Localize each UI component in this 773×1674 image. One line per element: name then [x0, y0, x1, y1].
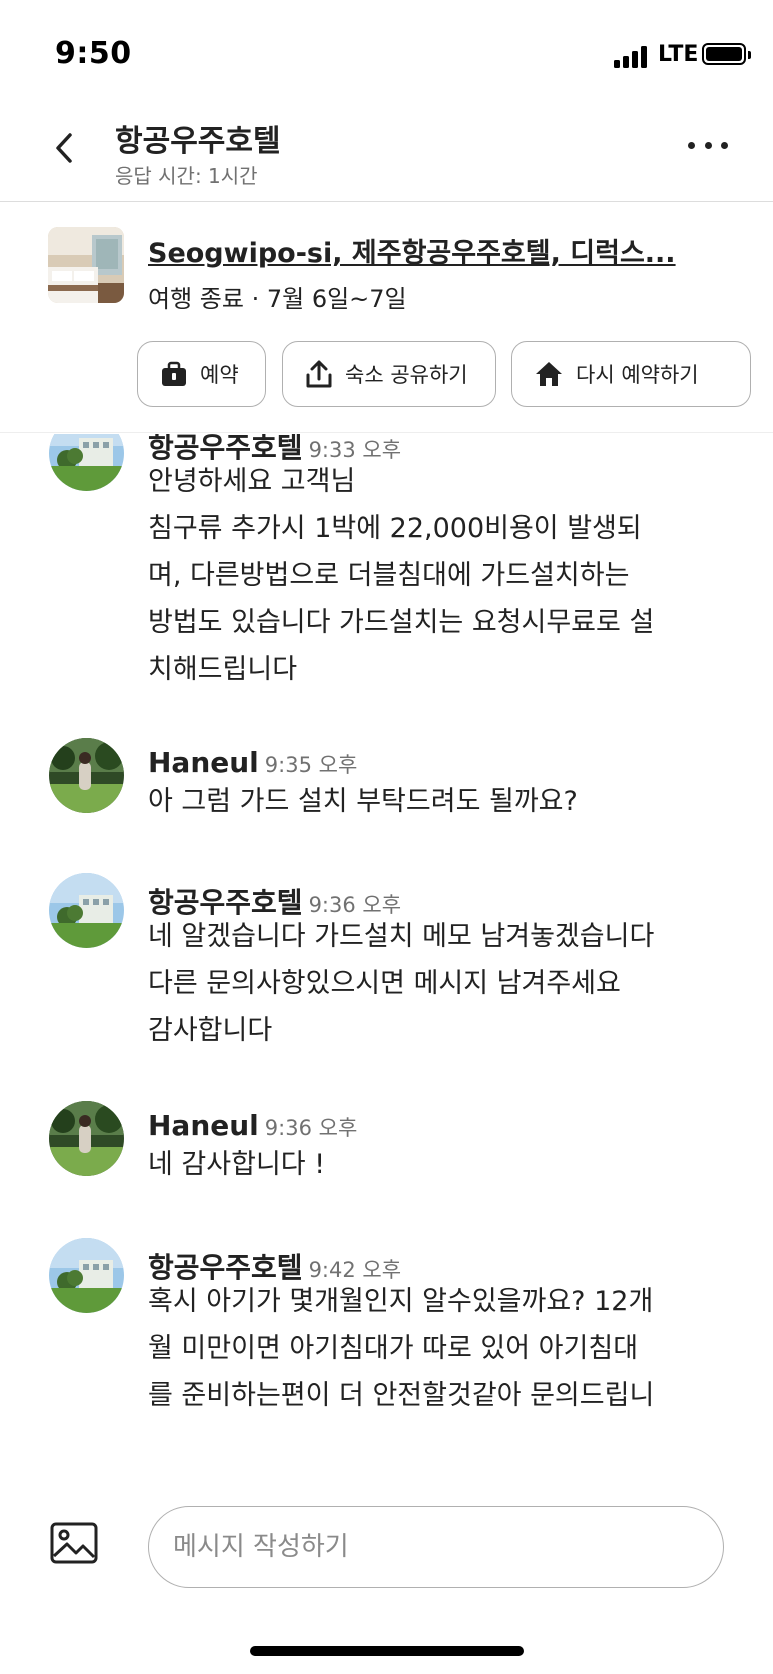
- briefcase-icon: [162, 361, 186, 386]
- host-avatar[interactable]: [49, 434, 124, 491]
- image-icon: [50, 1522, 98, 1564]
- message-item: 항공우주호텔 9:42 오후 혹시 아기가 몇개월인지 알수있을까요? 12개 월…: [0, 1238, 773, 1479]
- message-composer: [0, 1480, 773, 1600]
- message-list[interactable]: 항공우주호텔 9:33 오후 안녕하세요 고객님 침구류 추가시 1박에 22,0…: [0, 434, 773, 1479]
- message-item: Haneul 9:35 오후 아 그럼 가드 설치 부탁드려도 될까요?: [0, 738, 773, 854]
- status-bar: 9:50 LTE: [0, 0, 773, 100]
- response-time: 응답 시간: 1시간: [115, 164, 258, 188]
- home-indicator: [250, 1646, 524, 1656]
- chat-screen: 9:50 LTE 항공우주호텔 응답 시간: 1시간 Seogwipo-si, …: [0, 0, 773, 1674]
- home-icon: [536, 362, 562, 386]
- rebook-button-label: 다시 예약하기: [576, 363, 699, 387]
- message-text: 네 감사합니다 !: [148, 1149, 326, 1180]
- message-input[interactable]: [148, 1506, 724, 1588]
- host-name[interactable]: 항공우주호텔: [115, 116, 281, 160]
- battery-icon: [702, 43, 751, 65]
- message-text: 아 그럼 가드 설치 부탁드려도 될까요?: [148, 786, 578, 817]
- share-listing-button-label: 숙소 공유하기: [345, 363, 468, 387]
- attach-image-button[interactable]: [50, 1522, 98, 1564]
- message-text: 혹시 아기가 몇개월인지 알수있을까요? 12개 월 미만이면 아기침대가 따로…: [148, 1286, 655, 1411]
- message-text: 네 알겠습니다 가드설치 메모 남겨놓겠습니다 다른 문의사항있으시면 메시지 …: [148, 921, 655, 1046]
- listing-title-link[interactable]: Seogwipo-si, 제주항공우주호텔, 디럭스...: [148, 231, 748, 270]
- message-item: Haneul 9:36 오후 네 감사합니다 !: [0, 1101, 773, 1217]
- signal-icon: [614, 44, 648, 68]
- host-avatar[interactable]: [49, 1238, 124, 1313]
- more-options-button[interactable]: [688, 130, 728, 160]
- listing-thumbnail[interactable]: [48, 227, 124, 303]
- user-avatar[interactable]: [49, 738, 124, 813]
- share-icon: [306, 360, 332, 388]
- sender-name: Haneul: [148, 746, 259, 779]
- share-listing-button[interactable]: 숙소 공유하기: [282, 341, 496, 407]
- user-avatar[interactable]: [49, 1101, 124, 1176]
- chevron-left-icon: [56, 133, 72, 163]
- reservation-button[interactable]: 예약: [137, 341, 266, 407]
- host-avatar[interactable]: [49, 873, 124, 948]
- message-item: 항공우주호텔 9:36 오후 네 알겠습니다 가드설치 메모 남겨놓겠습니다 다른…: [0, 873, 773, 1089]
- reservation-button-label: 예약: [200, 363, 239, 387]
- status-time: 9:50: [55, 36, 132, 71]
- rebook-button[interactable]: 다시 예약하기: [511, 341, 751, 407]
- message-text: 안녕하세요 고객님 침구류 추가시 1박에 22,000비용이 발생되 며, 다…: [148, 466, 655, 685]
- network-type: LTE: [658, 42, 699, 67]
- chat-header: 항공우주호텔 응답 시간: 1시간: [0, 100, 773, 202]
- message-time: 9:35 오후: [264, 753, 358, 777]
- sender-name: Haneul: [148, 1109, 259, 1142]
- message-time: 9:36 오후: [264, 1116, 358, 1140]
- message-item: 항공우주호텔 9:33 오후 안녕하세요 고객님 침구류 추가시 1박에 22,0…: [0, 434, 773, 734]
- trip-dates: 여행 종료 · 7월 6일~7일: [148, 285, 407, 313]
- message-header: Haneul 9:35 오후: [148, 746, 357, 779]
- more-horizontal-icon: [688, 141, 695, 149]
- back-button[interactable]: [44, 128, 84, 168]
- message-header: Haneul 9:36 오후: [148, 1109, 357, 1142]
- booking-panel: Seogwipo-si, 제주항공우주호텔, 디럭스... 여행 종료 · 7월…: [0, 203, 773, 433]
